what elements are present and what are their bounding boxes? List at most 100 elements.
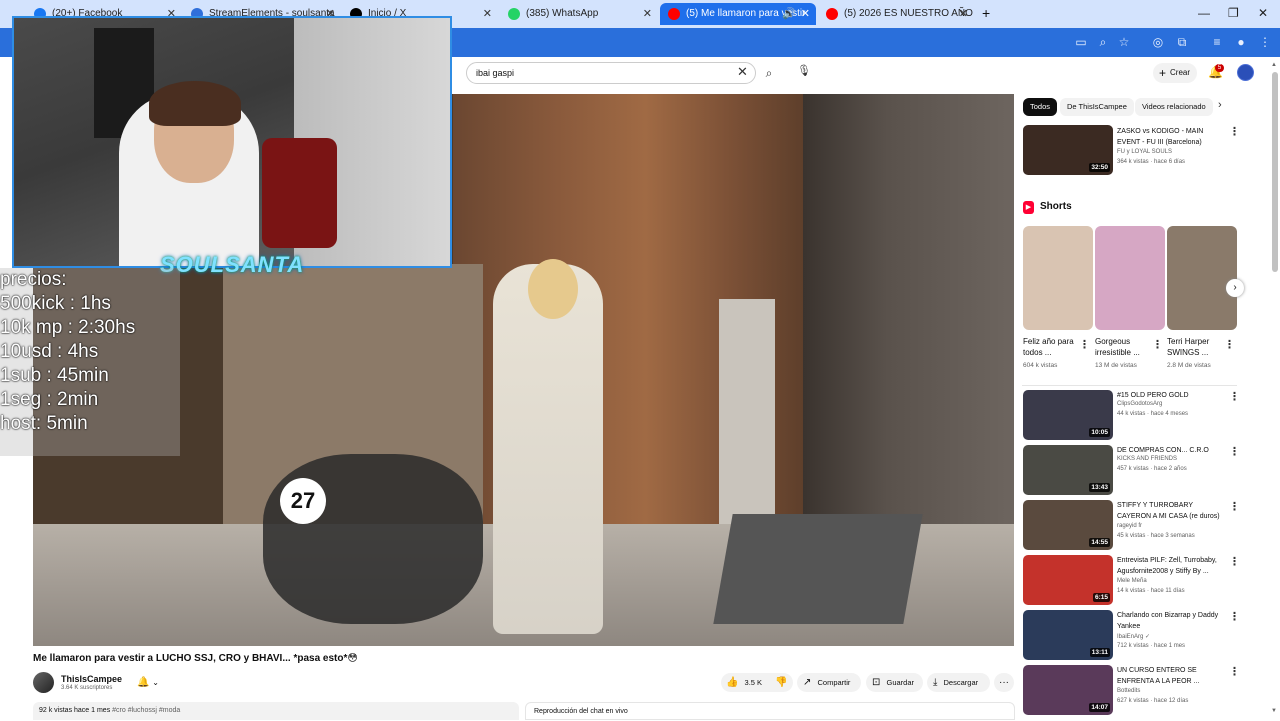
video-title: Me llamaron para vestir a LUCHO SSJ, CRO… xyxy=(33,653,358,664)
more-options-icon[interactable]: ⋮ xyxy=(1229,445,1240,458)
chip-all[interactable]: Todos xyxy=(1023,98,1058,116)
more-options-icon[interactable]: ⋮ xyxy=(1229,390,1240,403)
more-options-icon[interactable]: ⋮ xyxy=(1079,338,1090,351)
price-line: precios: xyxy=(0,269,67,290)
like-dislike-group[interactable]: 👍 3.5 K 👎 xyxy=(721,673,793,692)
video-thumbnail[interactable]: 14:55 xyxy=(1023,500,1113,550)
more-options-icon[interactable]: ⋮ xyxy=(1229,665,1240,678)
video-title[interactable]: Entrevista PILF: Zell, Turrobaby, Agusfo… xyxy=(1117,555,1227,577)
price-line: host: 5min xyxy=(0,413,88,434)
media-control-icon[interactable]: ≡ xyxy=(1209,34,1225,50)
motorcycle-number-plate: 27 xyxy=(280,478,326,524)
video-thumbnail[interactable]: 13:43 xyxy=(1023,445,1113,495)
bookmark-star-icon[interactable]: ☆ xyxy=(1116,34,1132,50)
chevron-right-icon[interactable]: › xyxy=(1218,99,1222,111)
short-title[interactable]: Gorgeous irresistible ... xyxy=(1095,336,1153,358)
video-title[interactable]: #15 OLD PERO GOLD xyxy=(1117,390,1227,401)
chat-replay-panel[interactable]: Reproducción del chat en vivo xyxy=(525,702,1015,720)
tab-label: (5) 2026 ES NUESTRO AÑO ай xyxy=(844,8,974,19)
channel-name[interactable]: rageyid fr xyxy=(1117,523,1142,529)
tab-youtube-2026[interactable]: (5) 2026 ES NUESTRO AÑO ай ✕ xyxy=(818,3,974,25)
channel-name[interactable]: ThisIsCampee xyxy=(61,674,122,684)
video-title[interactable]: UN CURSO ENTERO SE ENFRENTA A LA PEOR ..… xyxy=(1117,665,1227,687)
save-button[interactable]: ⊡ Guardar xyxy=(866,673,923,692)
scrollbar-thumb[interactable] xyxy=(1272,72,1278,272)
close-icon[interactable]: ✕ xyxy=(801,3,810,25)
chevron-down-icon: ⌄ xyxy=(152,678,159,687)
bell-icon: 🔔 xyxy=(137,677,150,688)
cast-icon[interactable]: ▭ xyxy=(1073,34,1089,50)
scroll-up-arrow-icon[interactable]: ▲ xyxy=(1271,62,1277,68)
channel-name[interactable]: IbaiEnArg ✓ xyxy=(1117,633,1150,640)
channel-name[interactable]: FU y LOYAL SOULS xyxy=(1117,149,1172,155)
more-options-icon[interactable]: ⋮ xyxy=(1229,610,1240,623)
more-actions-button[interactable]: ··· xyxy=(994,673,1014,692)
thumbs-down-icon[interactable]: 👎 xyxy=(775,673,787,692)
speaker-icon[interactable]: 🔊 xyxy=(782,3,796,25)
section-divider xyxy=(1022,385,1237,386)
hashtags[interactable]: #cro #luchossj #moda xyxy=(112,707,180,714)
tab-label: (385) WhatsApp xyxy=(526,8,599,19)
tab-youtube-active[interactable]: (5) Me llamaron para vestir 🔊 ✕ xyxy=(660,3,816,25)
scroll-down-arrow-icon[interactable]: ▼ xyxy=(1271,708,1277,714)
more-options-icon[interactable]: ⋮ xyxy=(1229,555,1240,568)
video-thumbnail[interactable]: 6:15 xyxy=(1023,555,1113,605)
short-title[interactable]: Terri Harper SWINGS ... xyxy=(1167,336,1225,358)
more-options-icon[interactable]: ⋮ xyxy=(1229,125,1240,138)
video-thumbnail[interactable]: 10:05 xyxy=(1023,390,1113,440)
views-date: 92 k vistas hace 1 mes xyxy=(39,707,111,714)
more-options-icon[interactable]: ⋮ xyxy=(1229,500,1240,513)
short-thumbnail[interactable] xyxy=(1167,226,1237,330)
menu-icon[interactable]: ⋮ xyxy=(1257,34,1273,50)
download-button[interactable]: ⤓ Descargar xyxy=(927,673,990,692)
close-icon[interactable]: ✕ xyxy=(643,3,652,25)
new-tab-button[interactable]: + xyxy=(982,5,990,21)
thumbs-up-icon[interactable]: 👍 xyxy=(726,677,738,688)
profile-icon[interactable]: ● xyxy=(1233,34,1249,50)
microphone-icon[interactable]: 🎙 xyxy=(796,64,812,82)
short-thumbnail[interactable] xyxy=(1023,226,1093,330)
more-options-icon[interactable]: ⋮ xyxy=(1224,338,1235,351)
video-thumbnail[interactable]: 13:11 xyxy=(1023,610,1113,660)
minimize-button[interactable]: — xyxy=(1198,6,1210,20)
duration-badge: 13:43 xyxy=(1089,483,1110,492)
close-icon[interactable]: ✕ xyxy=(959,3,968,25)
account-avatar[interactable] xyxy=(1237,64,1254,81)
video-thumbnail[interactable]: 32:50 xyxy=(1023,125,1113,175)
video-title[interactable]: ZASKO vs KODIGO - MAIN EVENT - FU III (B… xyxy=(1117,126,1227,148)
price-list-overlay: precios: 500kick : 1hs 10k mp : 2:30hs 1… xyxy=(0,268,180,456)
channel-name[interactable]: Bottedits xyxy=(1117,688,1140,694)
chip-related[interactable]: Videos relacionado xyxy=(1135,98,1213,116)
create-button[interactable]: + Crear xyxy=(1153,63,1197,83)
channel-name[interactable]: ClipsGodotosArg xyxy=(1117,401,1162,407)
more-options-icon[interactable]: ⋮ xyxy=(1152,338,1163,351)
tab-whatsapp[interactable]: (385) WhatsApp ✕ xyxy=(500,3,658,25)
channel-name[interactable]: Mele Meña xyxy=(1117,578,1147,584)
extension-icon[interactable]: ◎ xyxy=(1150,34,1166,50)
channel-name[interactable]: KICKS AND FRIENDS xyxy=(1117,456,1177,462)
duration-badge: 32:50 xyxy=(1089,163,1110,172)
duration-badge: 6:15 xyxy=(1092,593,1110,602)
maximize-button[interactable]: ❐ xyxy=(1228,6,1239,20)
duration-badge: 13:11 xyxy=(1089,648,1110,657)
clear-search-icon[interactable]: ✕ xyxy=(737,64,748,80)
short-thumbnail[interactable] xyxy=(1095,226,1165,330)
chevron-right-icon[interactable]: › xyxy=(1226,279,1244,297)
share-button[interactable]: ↗ Compartir xyxy=(797,673,861,692)
search-icon[interactable]: ⌕ xyxy=(756,62,782,84)
video-title[interactable]: DE COMPRAS CON... C.R.O xyxy=(1117,445,1227,456)
search-input[interactable]: ibai gaspi xyxy=(466,62,756,84)
description-box[interactable]: 92 k vistas hace 1 mes #cro #luchossj #m… xyxy=(33,702,519,720)
close-window-button[interactable]: ✕ xyxy=(1258,6,1268,20)
subscription-bell-button[interactable]: 🔔 ⌄ xyxy=(133,675,169,691)
channel-avatar[interactable] xyxy=(33,672,54,693)
short-title[interactable]: Feliz año para todos ... xyxy=(1023,336,1081,358)
video-thumbnail[interactable]: 14:07 xyxy=(1023,665,1113,715)
whatsapp-icon xyxy=(508,8,520,20)
zoom-icon[interactable]: ⌕ xyxy=(1095,34,1111,50)
video-title[interactable]: STIFFY Y TURROBARY CAYERON A MI CASA (re… xyxy=(1117,500,1227,522)
close-icon[interactable]: ✕ xyxy=(483,3,492,25)
chip-from-channel[interactable]: De ThisIsCampee xyxy=(1060,98,1134,116)
extensions-puzzle-icon[interactable]: ⧉ xyxy=(1174,34,1190,50)
video-title[interactable]: Charlando con Bizarrap y Daddy Yankee xyxy=(1117,610,1227,632)
